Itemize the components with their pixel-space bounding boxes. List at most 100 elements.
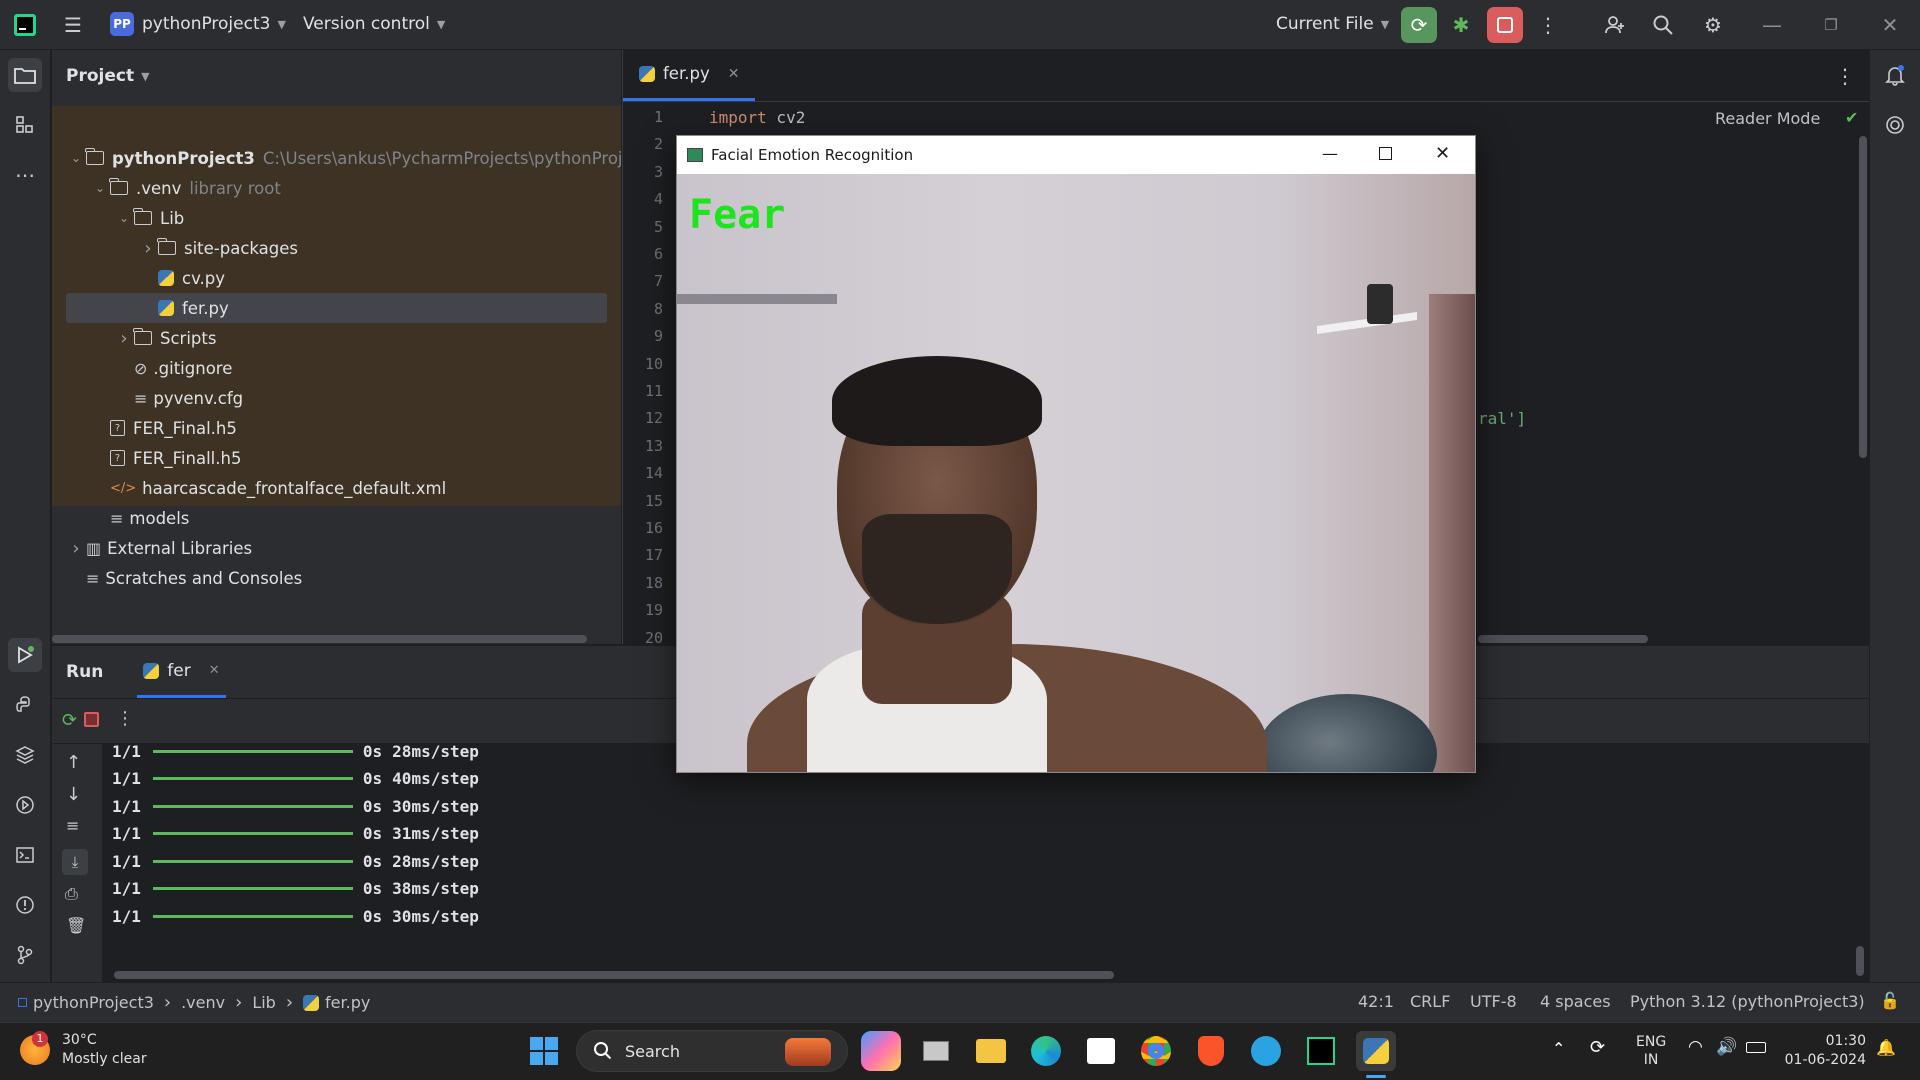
chevron-down-icon[interactable]: ⌄ [114,211,134,225]
chevron-down-icon[interactable]: ⌄ [90,181,110,195]
notifications-bell-icon[interactable] [1878,58,1912,92]
main-menu-icon[interactable]: ☰ [58,10,88,40]
terminal-icon[interactable] [8,838,42,872]
tree-item[interactable]: fer.py [66,293,607,323]
editor-tab-fer-py[interactable]: fer.py ✕ [623,49,756,101]
pycharm-taskbar-icon[interactable] [1301,1031,1341,1071]
file-explorer-icon[interactable] [971,1031,1011,1071]
more-actions-icon[interactable]: ⋮ [116,708,134,729]
python-interpreter[interactable]: Python 3.12 (pythonProject3) [1630,992,1865,1011]
task-view-icon[interactable] [916,1031,956,1071]
cv-window-title-bar[interactable]: Facial Emotion Recognition — ✕ [677,136,1475,174]
close-tab-icon[interactable]: ✕ [209,663,220,678]
project-panel-header[interactable]: Project ▼ [52,50,621,102]
run-tab-fer[interactable]: fer ✕ [137,646,226,698]
project-switcher[interactable]: PP pythonProject3 ▼ [110,12,286,36]
version-control-menu[interactable]: Version control ▼ [303,14,445,34]
language-indicator[interactable]: ENG IN [1636,1033,1666,1069]
line-ending[interactable]: CRLF [1410,992,1450,1011]
weather-widget[interactable]: 1 30°C Mostly clear [20,1031,147,1069]
show-hidden-icons-chevron-icon[interactable]: ⌃ [1552,1039,1565,1058]
chrome-browser-icon[interactable] [1136,1031,1176,1071]
caret-position[interactable]: 42:1 [1358,992,1394,1011]
services-icon[interactable] [8,788,42,822]
indent-setting[interactable]: 4 spaces [1540,992,1611,1011]
console-vertical-scrollbar[interactable] [1856,946,1864,976]
run-configuration-selector[interactable]: Current File ▼ [1276,14,1389,34]
tree-item[interactable]: ? FER_Final.h5 [90,413,237,443]
more-actions-icon[interactable]: ⋮ [1533,10,1563,40]
ai-assistant-icon[interactable] [1878,108,1912,142]
microsoft-store-icon[interactable] [1081,1031,1121,1071]
close-window-icon[interactable]: ✕ [1875,10,1905,40]
project-folder-icon[interactable] [8,58,42,92]
more-tool-windows-icon[interactable]: ⋯ [8,158,42,192]
facial-emotion-recognition-window[interactable]: Facial Emotion Recognition — ✕ Fear [676,135,1476,773]
cv-minimize-icon[interactable]: — [1322,144,1338,163]
tree-item[interactable]: ≡ models [90,503,189,533]
git-icon[interactable] [8,938,42,972]
taskbar-search-box[interactable]: Search [576,1030,848,1072]
python-console-icon[interactable] [8,688,42,722]
clock[interactable]: 01:30 01-06-2024 [1784,1032,1866,1070]
chevron-right-icon[interactable]: › [66,538,86,559]
tree-item[interactable]: ? FER_Finall.h5 [90,443,241,473]
code-line-1[interactable]: import cv2 [709,108,805,127]
structure-icon[interactable] [8,108,42,142]
edge-browser-icon[interactable] [1026,1031,1066,1071]
search-everywhere-icon[interactable] [1648,10,1678,40]
console-output[interactable]: 1/1 0s 28ms/step 1/1 0s 40ms/step 1/1 0s 30ms/st… [102,742,1869,983]
print-icon[interactable]: ⎙ [65,884,78,904]
rerun-icon[interactable]: ⟳ [62,710,77,731]
tree-item[interactable]: ⌄ .venv library root [90,173,281,203]
down-arrow-icon[interactable]: ↓ [66,784,81,805]
editor-horizontal-scrollbar[interactable] [1478,635,1648,643]
editor-tab-options-icon[interactable]: ⋮ [1835,64,1855,88]
breadcrumb-item[interactable]: pythonProject3 [33,993,154,1012]
windows-start-icon[interactable] [524,1031,564,1071]
up-arrow-icon[interactable]: ↑ [66,752,81,773]
tree-item[interactable]: › site-packages [138,233,298,263]
console-horizontal-scrollbar[interactable] [114,971,1114,979]
tree-item[interactable]: › ▥ External Libraries [66,533,252,563]
tree-item[interactable]: ≡ pyvenv.cfg [114,383,243,413]
problems-icon[interactable] [8,888,42,922]
breadcrumb-item[interactable]: .venv [181,993,225,1012]
python-packages-icon[interactable] [8,738,42,772]
reader-mode-toggle[interactable]: Reader Mode [1715,109,1820,128]
code-line-12-fragment[interactable]: ral'] [1478,409,1526,428]
tree-item[interactable]: ⌄ pythonProject3 C:\Users\ankus\PycharmPro… [66,143,642,173]
telegram-icon[interactable] [1246,1031,1286,1071]
battery-icon[interactable] [1746,1042,1766,1053]
breadcrumb-item[interactable]: fer.py [325,993,370,1012]
cv-maximize-icon[interactable] [1379,147,1392,160]
lock-icon[interactable]: 🔓 [1880,991,1900,1010]
clear-trash-icon[interactable]: 🗑 [66,916,86,935]
stop-icon[interactable] [84,712,99,727]
minimize-window-icon[interactable]: — [1757,10,1787,40]
soft-wrap-icon[interactable]: ≡ [66,816,79,835]
project-horizontal-scrollbar[interactable] [52,635,587,643]
chevron-down-icon[interactable]: ⌄ [66,151,86,165]
tree-item[interactable]: ⌄ Lib [114,203,184,233]
settings-gear-icon[interactable]: ⚙ [1698,10,1728,40]
chevron-right-icon[interactable]: › [114,328,134,349]
notification-center-icon[interactable]: 🔔 [1876,1038,1896,1057]
rerun-button[interactable]: ⟳ [1401,7,1437,43]
cv-close-icon[interactable]: ✕ [1435,143,1450,164]
tree-item[interactable]: › Scripts [114,323,216,353]
debug-bug-icon[interactable]: ✱ [1446,10,1476,40]
close-tab-icon[interactable]: ✕ [728,66,740,82]
code-with-me-icon[interactable] [1600,10,1630,40]
chevron-right-icon[interactable]: › [138,238,158,259]
run-tool-window-icon[interactable] [8,638,42,672]
tree-item[interactable]: cv.py [138,263,225,293]
stop-button[interactable] [1487,7,1523,43]
brave-browser-icon[interactable] [1191,1031,1231,1071]
restore-window-icon[interactable]: ❐ [1816,10,1846,40]
python-app-taskbar-icon[interactable] [1356,1031,1396,1071]
pycharm-logo-icon[interactable] [14,14,36,36]
copilot-icon[interactable] [861,1031,901,1071]
volume-icon[interactable]: 🔊 [1716,1037,1737,1057]
tree-item[interactable]: ⊘ .gitignore [114,353,232,383]
